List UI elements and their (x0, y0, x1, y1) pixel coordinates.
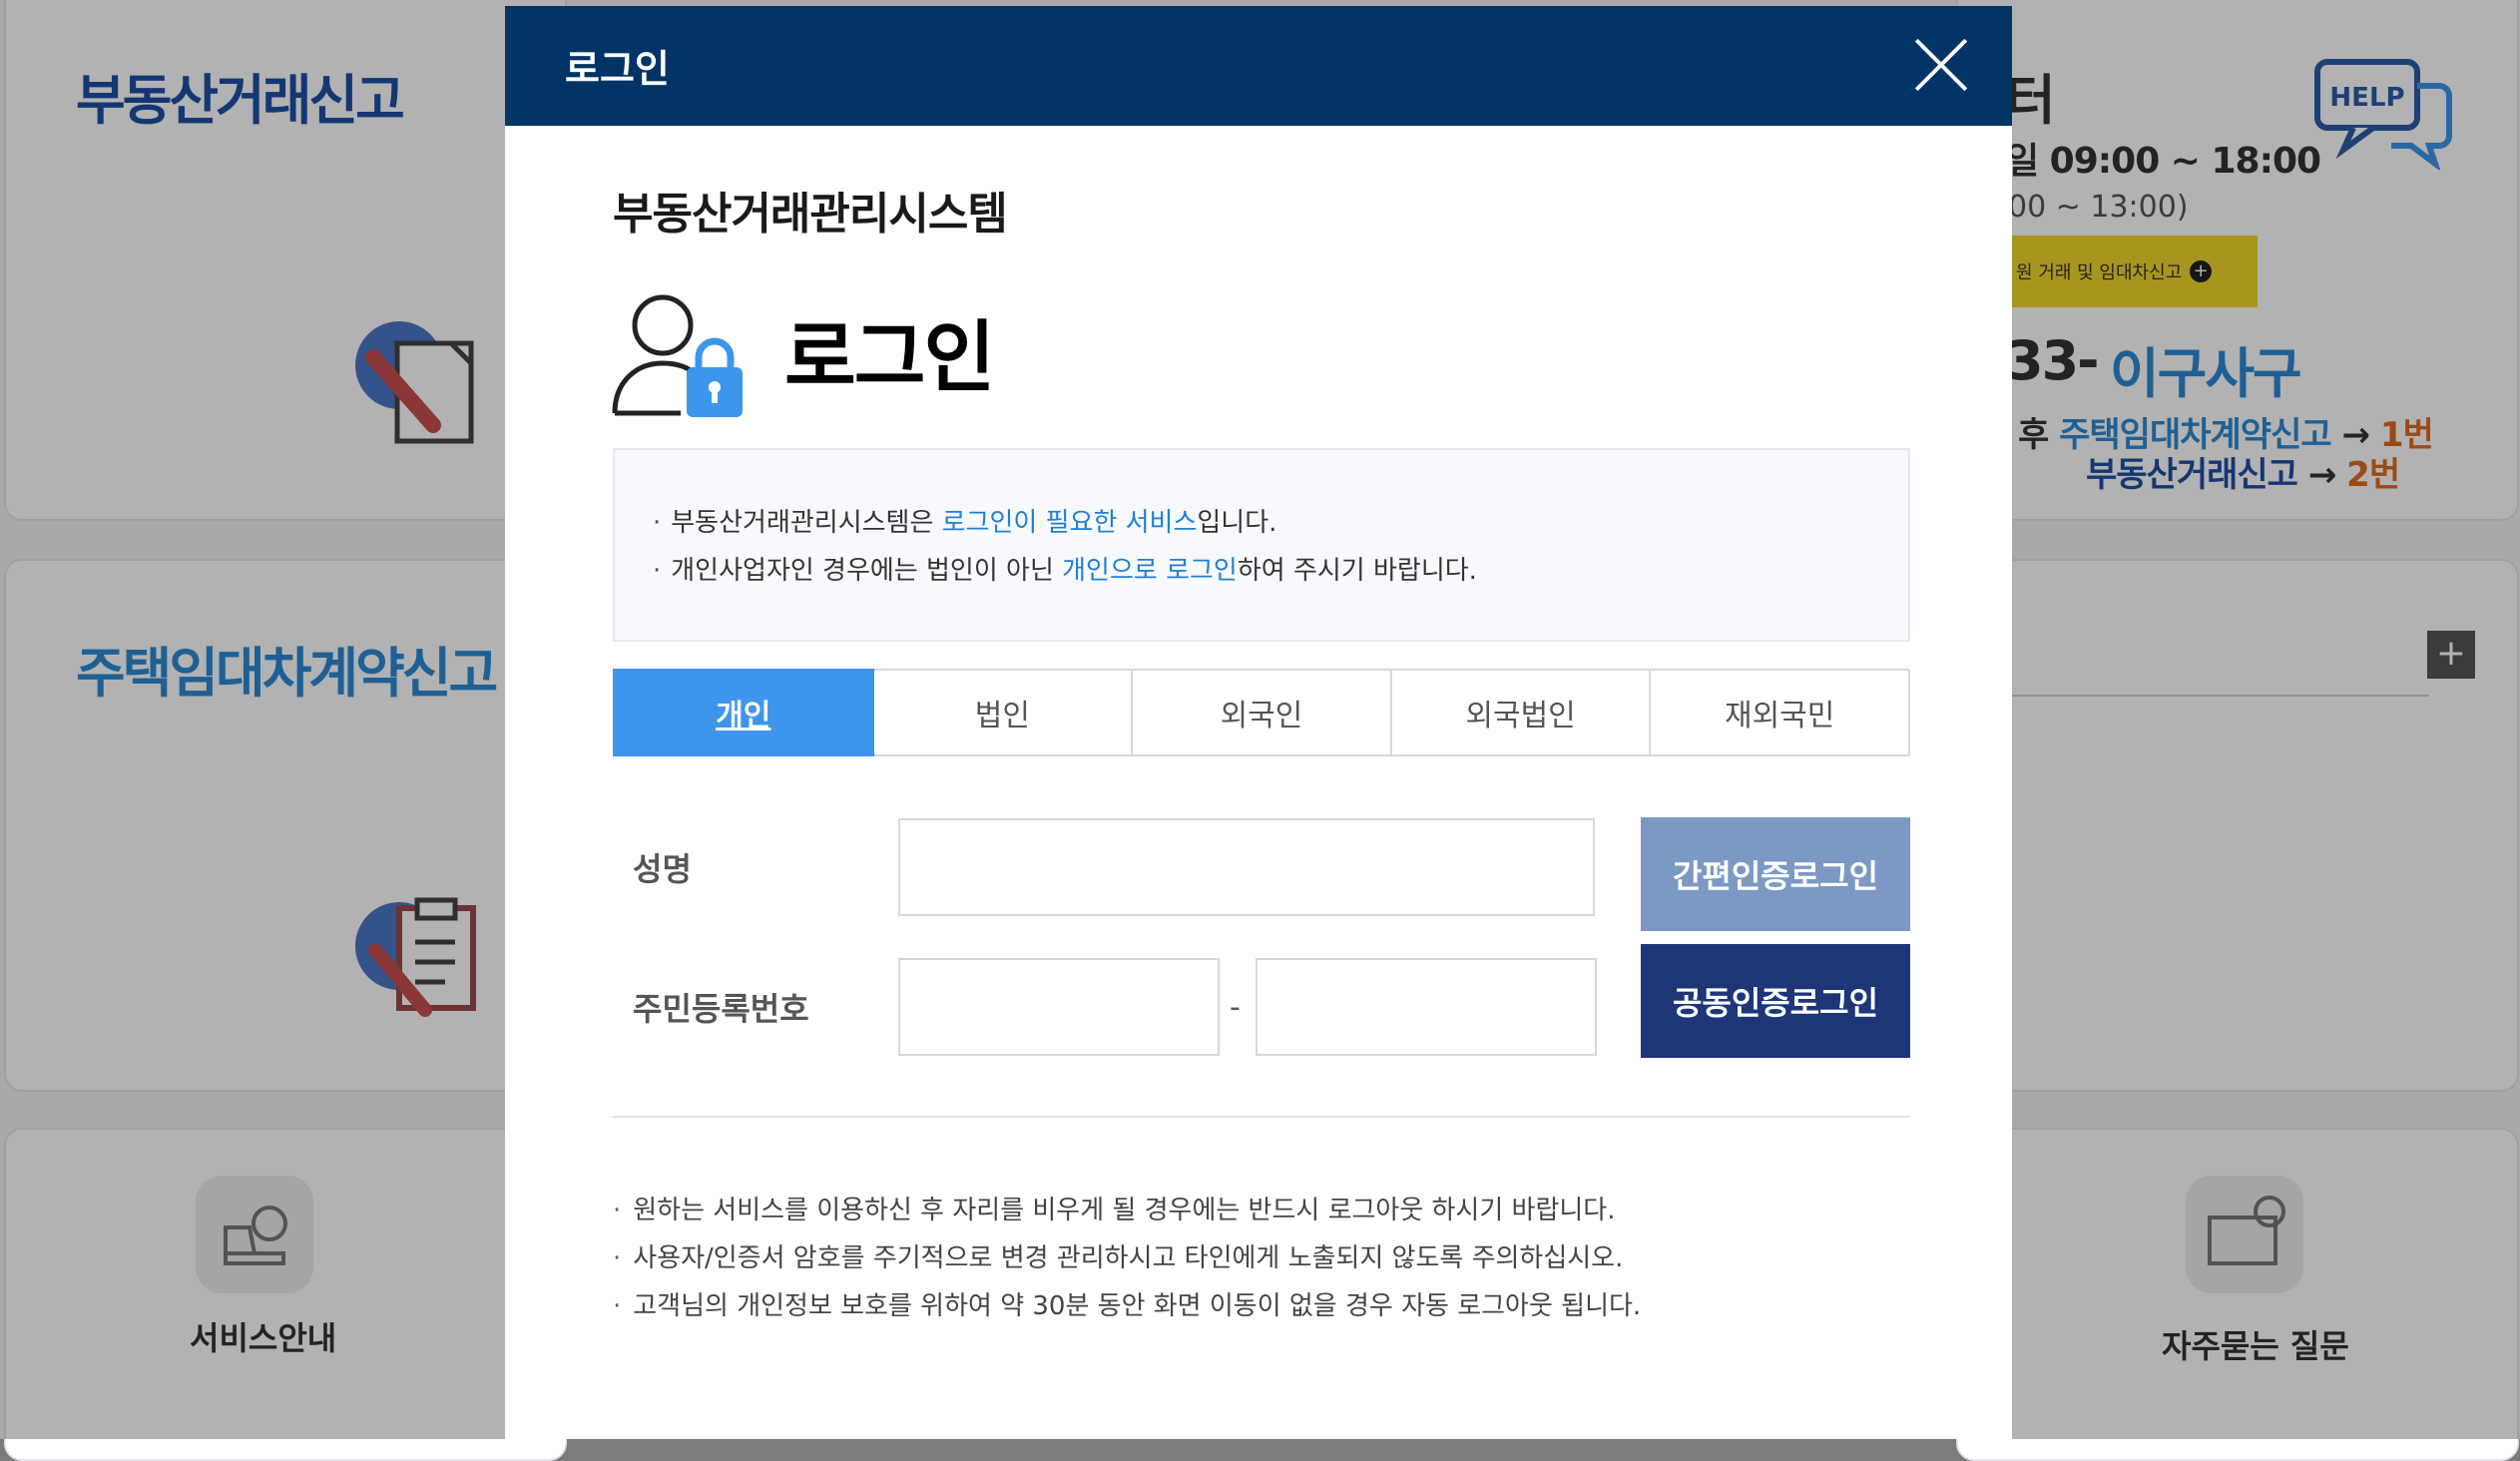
login-type-tabs: 개인 법인 외국인 외국법인 재외국민 (613, 669, 1910, 756)
notice-1-highlight: 로그인이 필요한 서비스 (941, 508, 1198, 538)
bullet: · (653, 508, 662, 538)
login-heading: 로그인 (784, 313, 995, 403)
bullet: · (613, 1243, 622, 1273)
footer-note-2-text: 사용자/인증서 암호를 주기적으로 변경 관리하시고 타인에게 노출되지 않도록… (633, 1243, 1624, 1273)
rrn-label: 주민등록번호 (633, 990, 809, 1028)
notice-1-after: 입니다. (1197, 508, 1277, 538)
simple-cert-login-button[interactable]: 간편인증로그인 (1641, 817, 1910, 931)
modal-header: 로그인 (505, 6, 2012, 126)
tab-corporation[interactable]: 법인 (873, 669, 1134, 756)
notice-1-before: 부동산거래관리시스템은 (671, 508, 942, 538)
rrn-back-input[interactable] (1256, 958, 1597, 1056)
notice-2-before: 개인사업자인 경우에는 법인이 아닌 (671, 556, 1063, 586)
divider (613, 1116, 1910, 1118)
notice-2-after: 하여 주시기 바랍니다. (1237, 556, 1477, 586)
system-name: 부동산거래관리시스템 (613, 189, 1008, 240)
notice-box: · 부동산거래관리시스템은 로그인이 필요한 서비스입니다. · 개인사업자인 경우… (613, 448, 1910, 642)
name-input[interactable] (898, 818, 1595, 916)
modal-header-title: 로그인 (565, 47, 670, 91)
footer-note-3: · 고객님의 개인정보 보호를 위하여 약 30분 동안 화면 이동이 없을 경우… (613, 1285, 1641, 1322)
user-lock-icon (612, 294, 743, 417)
footer-note-1-text: 원하는 서비스를 이용하신 후 자리를 비우게 될 경우에는 반드시 로그아웃 … (633, 1196, 1616, 1225)
tab-individual[interactable]: 개인 (613, 669, 874, 756)
tab-foreigner[interactable]: 외국인 (1133, 669, 1392, 756)
notice-line-1: · 부동산거래관리시스템은 로그인이 필요한 서비스입니다. (653, 502, 1276, 539)
bullet: · (653, 556, 662, 586)
joint-cert-login-button[interactable]: 공동인증로그인 (1641, 944, 1910, 1058)
rrn-dash: - (1230, 990, 1241, 1025)
footer-note-3-text: 고객님의 개인정보 보호를 위하여 약 30분 동안 화면 이동이 없을 경우 … (633, 1291, 1642, 1321)
footer-note-1: · 원하는 서비스를 이용하신 후 자리를 비우게 될 경우에는 반드시 로그아웃… (613, 1190, 1615, 1226)
close-icon[interactable] (1910, 34, 1972, 96)
name-label: 성명 (633, 850, 692, 888)
bullet: · (613, 1196, 622, 1225)
footer-note-2: · 사용자/인증서 암호를 주기적으로 변경 관리하시고 타인에게 노출되지 않도… (613, 1237, 1623, 1274)
tab-overseas-korean[interactable]: 재외국민 (1651, 669, 1910, 756)
bullet: · (613, 1291, 622, 1321)
notice-line-2: · 개인사업자인 경우에는 법인이 아닌 개인으로 로그인하여 주시기 바랍니다. (653, 550, 1477, 587)
rrn-front-input[interactable] (898, 958, 1220, 1056)
notice-2-highlight: 개인으로 로그인 (1062, 556, 1238, 586)
tab-foreign-corporation[interactable]: 외국법인 (1391, 669, 1652, 756)
login-modal: 로그인 부동산거래관리시스템 로그인 · 부동산거래관리시스템은 로그인이 필요한… (505, 6, 2012, 1439)
